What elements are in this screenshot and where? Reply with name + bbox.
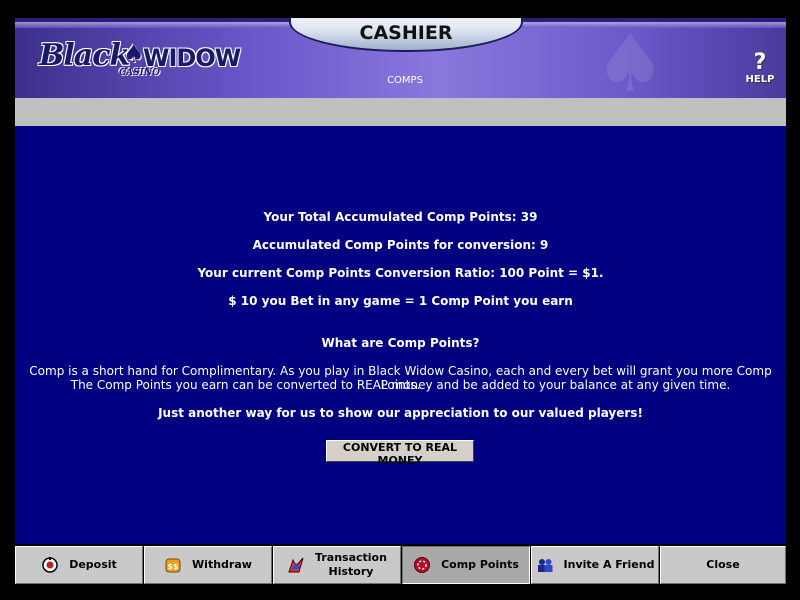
comp-points-icon <box>413 556 431 574</box>
tab-transaction-history-label: Transaction History <box>315 551 387 579</box>
appreciation-text: Just another way for us to show our appr… <box>158 406 643 420</box>
help-button[interactable]: ? HELP <box>743 52 777 88</box>
header-banner: ♠ Black ♠ WIDOW CASINO CASHIER COMPS ? H… <box>15 18 786 98</box>
page-subtitle: COMPS <box>387 75 423 86</box>
tab-withdraw[interactable]: $$ Withdraw <box>144 546 272 584</box>
tab-comp-points-label: Comp Points <box>441 558 519 571</box>
help-label: HELP <box>745 74 775 85</box>
help-icon: ? <box>753 50 767 75</box>
cashier-window: ♠ Black ♠ WIDOW CASINO CASHIER COMPS ? H… <box>0 0 800 600</box>
what-are-comp-points-heading: What are Comp Points? <box>321 336 480 350</box>
tab-transaction-history[interactable]: Transaction History <box>273 546 401 584</box>
svg-text:$$: $$ <box>167 562 179 571</box>
conversion-ratio-text: Your current Comp Points Conversion Rati… <box>197 266 604 280</box>
convert-to-real-money-button[interactable]: CONVERT TO REAL MONEY <box>326 440 474 467</box>
comp-points-panel: Your Total Accumulated Comp Points: 39 A… <box>15 126 786 544</box>
deposit-icon <box>41 556 59 574</box>
tab-close[interactable]: Close <box>660 546 786 584</box>
logo-black-text: Black <box>39 38 130 73</box>
spade-decoration-icon: ♠ <box>594 18 666 99</box>
withdraw-icon: $$ <box>164 556 182 574</box>
tab-comp-points[interactable]: Comp Points <box>402 546 530 584</box>
invite-friend-icon <box>536 556 554 574</box>
tab-invite-friend-label: Invite A Friend <box>563 558 655 571</box>
tab-deposit[interactable]: Deposit <box>15 546 143 584</box>
description-line-2: The Comp Points you earn can be converte… <box>70 378 731 392</box>
header-divider-bar <box>15 98 786 126</box>
tab-transaction-history-line2: History <box>328 565 374 578</box>
page-title: CASHIER <box>359 22 453 44</box>
tab-transaction-history-line1: Transaction <box>315 551 387 564</box>
logo-casino-text: CASINO <box>119 68 160 78</box>
bottom-tab-bar: Deposit $$ Withdraw Transaction History … <box>15 544 786 586</box>
tab-deposit-label: Deposit <box>69 558 117 571</box>
logo-spade-icon: ♠ <box>123 40 145 68</box>
title-tab: CASHIER <box>289 18 523 52</box>
transaction-history-icon <box>287 556 305 574</box>
tab-close-label: Close <box>706 558 740 571</box>
tab-invite-friend[interactable]: Invite A Friend <box>531 546 659 584</box>
total-points-text: Your Total Accumulated Comp Points: 39 <box>263 210 538 224</box>
conversion-points-text: Accumulated Comp Points for conversion: … <box>252 238 549 252</box>
earn-rule-text: $ 10 you Bet in any game = 1 Comp Point … <box>228 294 573 308</box>
tab-withdraw-label: Withdraw <box>192 558 252 571</box>
